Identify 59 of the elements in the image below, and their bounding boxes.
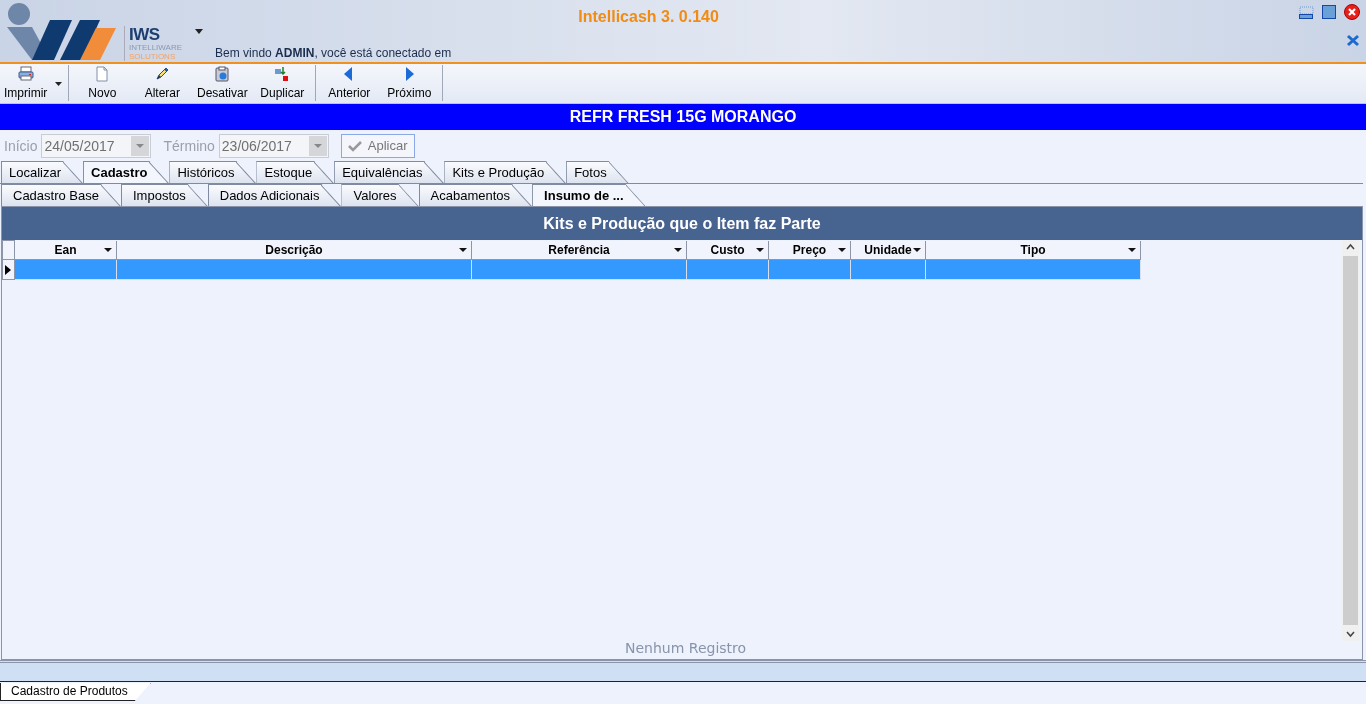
welcome-text: Bem vindo ADMIN, você está conectado em [215, 45, 452, 62]
tab[interactable]: Estoque [256, 161, 335, 183]
tab[interactable]: Equivalências [334, 161, 445, 183]
tab[interactable]: Kits e Produção [444, 161, 567, 183]
date-label: Início [4, 136, 38, 156]
maximize-icon[interactable] [1322, 5, 1336, 19]
check-icon [347, 140, 362, 152]
printer-icon [17, 66, 34, 82]
column-header[interactable]: Preço [768, 240, 851, 260]
pencil-icon [154, 66, 171, 82]
minimize-icon[interactable] [1299, 5, 1314, 19]
product-banner: REFR FRESH 15G MORANGO [0, 104, 1366, 130]
logo-name: IWS [129, 26, 161, 43]
document-icon [94, 66, 111, 82]
toolbar-button[interactable]: Anterior [319, 64, 380, 102]
tab[interactable]: Cadastro [83, 161, 170, 183]
tab[interactable]: Fotos [566, 161, 629, 183]
toolbar-button[interactable]: Duplicar [252, 64, 313, 102]
dropdown-icon[interactable] [104, 247, 112, 252]
subtab[interactable]: Cadastro Base [1, 184, 121, 206]
toolbar-button[interactable]: Imprimir [0, 64, 66, 102]
clipboard-icon [214, 66, 231, 82]
dropdown-icon[interactable] [838, 247, 846, 252]
logo-subtitle: SOLUTIONS [129, 52, 177, 61]
subtab[interactable]: Valores [341, 184, 419, 206]
dropdown-icon[interactable] [674, 247, 682, 252]
tab[interactable]: Localizar [1, 161, 84, 183]
dropdown-icon[interactable] [1128, 247, 1136, 252]
window-title: Intellicash 3. 0.140 [578, 7, 719, 27]
toolbar-button[interactable]: Desativar [192, 64, 253, 102]
dropdown-icon[interactable] [913, 247, 921, 252]
subtab[interactable]: Impostos [121, 184, 208, 206]
close-icon[interactable] [1346, 34, 1360, 47]
dropdown-icon[interactable] [756, 247, 764, 252]
column-header[interactable]: Ean [14, 240, 117, 260]
toolbar-button[interactable]: Alterar [132, 64, 193, 102]
column-header[interactable]: Custo [686, 240, 769, 260]
date-label: Término [163, 136, 215, 156]
toolbar-button[interactable]: Novo [72, 64, 133, 102]
close-icon[interactable] [1344, 4, 1360, 20]
duplicate-icon [274, 66, 291, 82]
toolbar-button[interactable]: Próximo [379, 64, 440, 102]
tab[interactable]: Históricos [169, 161, 257, 183]
row-pointer-icon [5, 264, 11, 275]
column-header[interactable]: Descrição [116, 240, 472, 260]
column-header[interactable]: Tipo [925, 240, 1141, 260]
column-header[interactable]: Referência [471, 240, 687, 260]
logo-subtitle: INTELLIWARE [129, 43, 183, 52]
subtab[interactable]: Dados Adicionais [207, 184, 342, 206]
scrollbar[interactable] [1342, 240, 1359, 641]
column-header[interactable]: Unidade [850, 240, 926, 260]
empty-message: Nenhum Registro [625, 639, 747, 658]
dropdown-icon[interactable] [459, 247, 467, 252]
window-tab[interactable]: Cadastro de Produtos [0, 683, 151, 701]
subtab[interactable]: Acabamentos [418, 184, 533, 206]
subtab[interactable]: Insumo de ... [532, 184, 646, 206]
caret-icon[interactable] [195, 29, 204, 34]
caret-icon[interactable] [55, 82, 63, 86]
grid-title: Kits e Produção que o Item faz Parte [2, 207, 1362, 240]
